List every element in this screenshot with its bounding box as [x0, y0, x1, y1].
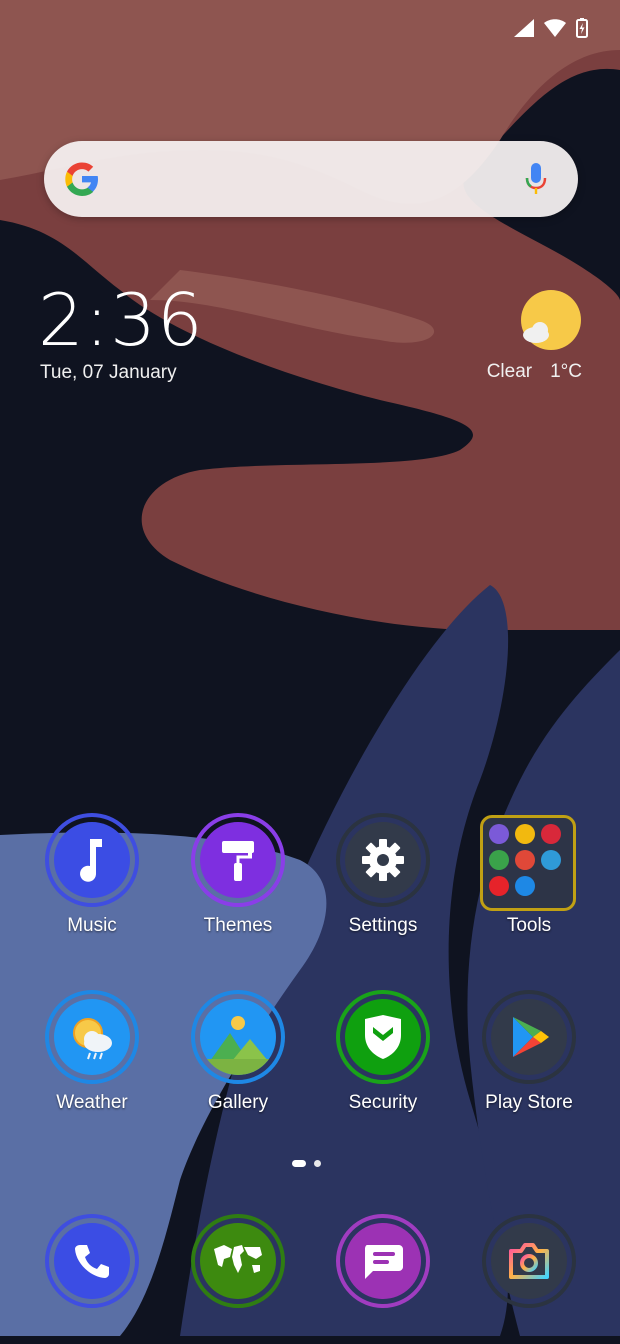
- dock-phone[interactable]: [19, 1214, 165, 1344]
- status-bar: [514, 14, 588, 42]
- phone-icon: [75, 1245, 109, 1278]
- signal-icon: [514, 19, 534, 37]
- app-themes[interactable]: Themes: [165, 813, 311, 943]
- dock-camera[interactable]: [456, 1214, 602, 1344]
- app-music[interactable]: Music: [19, 813, 165, 943]
- weather-icon: [73, 1018, 112, 1060]
- google-logo-icon: [65, 162, 98, 196]
- app-label: Tools: [506, 915, 552, 936]
- gear-icon: [362, 839, 404, 881]
- weather-widget[interactable]: Clear 1°C: [487, 361, 582, 383]
- clock-time[interactable]: 2:36: [38, 280, 204, 360]
- page-indicator: [292, 1160, 321, 1167]
- clock-date[interactable]: Tue, 07 January: [40, 362, 177, 384]
- app-label: Gallery: [207, 1092, 269, 1113]
- wifi-icon: [544, 19, 566, 37]
- app-label: Themes: [203, 915, 273, 936]
- folder-icon: [480, 815, 576, 911]
- shield-icon: [365, 1015, 401, 1059]
- app-play-store[interactable]: Play Store: [456, 990, 602, 1120]
- weather-condition: Clear: [486, 361, 533, 382]
- world-map-icon: [214, 1245, 262, 1273]
- music-note-icon: [80, 839, 102, 882]
- sun-cloud-icon[interactable]: [518, 288, 584, 354]
- app-label: Weather: [56, 1092, 128, 1113]
- page-dot: [314, 1160, 321, 1167]
- page-dot-active: [292, 1160, 306, 1167]
- message-icon: [365, 1245, 403, 1279]
- app-gallery[interactable]: Gallery: [165, 990, 311, 1120]
- google-search-bar[interactable]: [44, 141, 578, 217]
- app-security[interactable]: Security: [310, 990, 456, 1120]
- app-weather[interactable]: Weather: [19, 990, 165, 1120]
- folder-tools[interactable]: Tools: [456, 813, 602, 943]
- dock-messages[interactable]: [310, 1214, 456, 1344]
- paint-roller-icon: [222, 841, 254, 881]
- app-label: Settings: [348, 915, 418, 936]
- battery-charging-icon: [576, 18, 588, 38]
- camera-icon: [509, 1243, 549, 1279]
- play-store-icon: [513, 1017, 549, 1057]
- app-settings[interactable]: Settings: [310, 813, 456, 943]
- app-label: Music: [67, 915, 117, 936]
- app-label: Play Store: [485, 1092, 573, 1113]
- dock-browser[interactable]: [165, 1214, 311, 1344]
- gallery-icon: [200, 1016, 276, 1075]
- app-label: Security: [348, 1092, 418, 1113]
- weather-temperature: 1°C: [550, 361, 582, 382]
- microphone-icon[interactable]: [524, 161, 548, 197]
